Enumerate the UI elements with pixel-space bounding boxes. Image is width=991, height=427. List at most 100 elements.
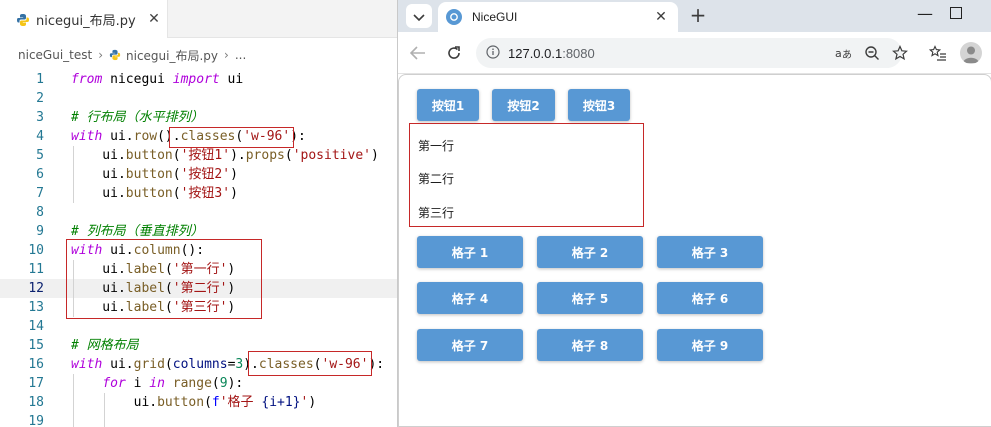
close-icon[interactable]: ✕ <box>146 11 162 27</box>
line-code: ui.label('第三行') <box>71 298 235 317</box>
code-token: ( <box>172 186 181 201</box>
code-token: ui. <box>102 357 134 372</box>
line-code: # 列布局（垂直排列） <box>71 222 204 241</box>
line-code: ui.button('按钮3') <box>71 184 238 203</box>
code-line[interactable]: 5 ui.button('按钮1').props('positive') <box>0 146 397 165</box>
breadcrumb-folder[interactable]: niceGui_test <box>18 48 92 62</box>
code-token: '第二行' <box>172 281 228 296</box>
code-line[interactable]: 16 with ui.grid(columns=3).classes('w-96'… <box>0 355 397 374</box>
code-token: ui. <box>71 281 126 296</box>
editor-tab[interactable]: nicegui_布局.py ✕ <box>0 0 168 38</box>
code-line[interactable]: 11 ui.label('第一行') <box>0 260 397 279</box>
maximize-button[interactable] <box>950 7 962 19</box>
code-line[interactable]: 2 <box>0 89 397 108</box>
tab-search-button[interactable] <box>406 4 432 28</box>
row-button-3[interactable]: 按钮3 <box>568 89 630 121</box>
translate-icon[interactable]: aあ <box>832 41 856 65</box>
row-button-1[interactable]: 按钮1 <box>417 89 479 121</box>
code-token: nicegui <box>102 72 173 87</box>
grid-button-4[interactable]: 格子 4 <box>417 282 523 314</box>
line-number: 9 <box>36 224 44 239</box>
code-token: ui. <box>71 186 126 201</box>
code-token: ( <box>172 167 181 182</box>
code-token: i <box>125 376 150 391</box>
code-token: ( <box>211 376 220 391</box>
line-number: 3 <box>36 110 44 125</box>
code-token: in <box>149 376 165 391</box>
code-line[interactable]: 8 <box>0 203 397 222</box>
code-line[interactable]: 14 <box>0 317 397 336</box>
new-tab-button[interactable]: + <box>686 4 710 28</box>
code-line[interactable]: 12 ui.label('第二行') <box>0 279 397 298</box>
browser-tab-title: NiceGUI <box>472 10 518 24</box>
grid-button-3[interactable]: 格子 3 <box>657 236 763 268</box>
code-token: ): <box>227 376 244 391</box>
favorites-list-icon[interactable] <box>926 41 950 65</box>
grid-button-9[interactable]: 格子 9 <box>657 329 763 361</box>
grid-button-2[interactable]: 格子 2 <box>537 236 643 268</box>
code-line[interactable]: 10 with ui.column(): <box>0 241 397 260</box>
python-file-icon <box>109 49 121 61</box>
line-number: 12 <box>28 281 44 296</box>
indent-guide <box>104 393 105 427</box>
grid-button-6[interactable]: 格子 6 <box>657 282 763 314</box>
minimize-button[interactable]: — <box>913 4 937 28</box>
chevron-right-icon: › <box>98 48 104 62</box>
code-token: ) <box>243 357 252 372</box>
grid-button-7[interactable]: 格子 7 <box>417 329 523 361</box>
grid-button-5[interactable]: 格子 5 <box>537 282 643 314</box>
code-token: # 行布局（水平排列） <box>71 110 204 125</box>
grid-button-8[interactable]: 格子 8 <box>537 329 643 361</box>
breadcrumb-symbol[interactable]: ... <box>235 48 246 62</box>
svg-text:あ: あ <box>842 49 852 60</box>
code-line[interactable]: 4 with ui.row().classes('w-96'): <box>0 127 397 146</box>
code-line[interactable]: 15 # 网格布局 <box>0 336 397 355</box>
row-button-2[interactable]: 按钮2 <box>492 89 555 121</box>
browser-tab-strip: NiceGUI ✕ + — <box>398 0 991 32</box>
code-line[interactable]: 6 ui.button('按钮2') <box>0 165 397 184</box>
indent-guide <box>73 374 74 427</box>
code-token: classes <box>258 357 314 372</box>
browser-tab-active[interactable]: NiceGUI ✕ <box>438 2 678 32</box>
code-token: grid <box>133 357 165 372</box>
line-number: 6 <box>36 167 44 182</box>
code-line[interactable]: 1 from nicegui import ui <box>0 70 397 89</box>
close-icon[interactable]: ✕ <box>652 8 670 26</box>
favorite-star-icon[interactable] <box>888 41 912 65</box>
code-token: 'w-96' <box>243 129 291 144</box>
code-editor[interactable]: nicegui_布局.py ✕ niceGui_test › nicegui_布… <box>0 0 397 427</box>
code-token: 'positive' <box>292 148 371 163</box>
grid-button-1[interactable]: 格子 1 <box>417 236 523 268</box>
code-line[interactable]: 7 ui.button('按钮3') <box>0 184 397 203</box>
code-token: ) <box>227 281 236 296</box>
code-token: ) <box>370 148 379 163</box>
code-token: with <box>71 129 103 144</box>
code-token: ui. <box>71 148 126 163</box>
column-label-2: 第二行 <box>418 172 455 186</box>
reload-icon[interactable] <box>442 41 466 65</box>
code-line[interactable]: 19 <box>0 412 397 427</box>
back-arrow-icon[interactable] <box>406 41 430 65</box>
code-line[interactable]: 18 ui.button(f'格子 {i+1}') <box>0 393 397 412</box>
code-token: range <box>172 376 212 391</box>
info-icon[interactable] <box>486 44 500 63</box>
zoom-out-icon[interactable] <box>860 41 884 65</box>
breadcrumb-file[interactable]: nicegui_布局.py <box>126 47 218 64</box>
code-area[interactable]: 1 from nicegui import ui 2 3 # 行布局（水平排列） 4 wit… <box>0 70 397 427</box>
code-token: ( <box>164 281 173 296</box>
code-token: () <box>157 129 173 144</box>
code-line[interactable]: 3 # 行布局（水平排列） <box>0 108 397 127</box>
code-token: ( <box>313 357 322 372</box>
browser-toolbar: 127.0.0.1:8080 aあ <box>398 32 991 74</box>
code-line[interactable]: 17 for i in range(9): <box>0 374 397 393</box>
code-token: button <box>157 395 205 410</box>
code-line[interactable]: 13 ui.label('第三行') <box>0 298 397 317</box>
url-text: 127.0.0.1:8080 <box>508 46 595 61</box>
profile-avatar[interactable] <box>960 42 982 64</box>
code-token: ui. <box>71 167 126 182</box>
column-label-3: 第三行 <box>418 206 455 220</box>
code-line[interactable]: 9 # 列布局（垂直排列） <box>0 222 397 241</box>
code-token: label <box>125 281 165 296</box>
line-number: 7 <box>36 186 44 201</box>
